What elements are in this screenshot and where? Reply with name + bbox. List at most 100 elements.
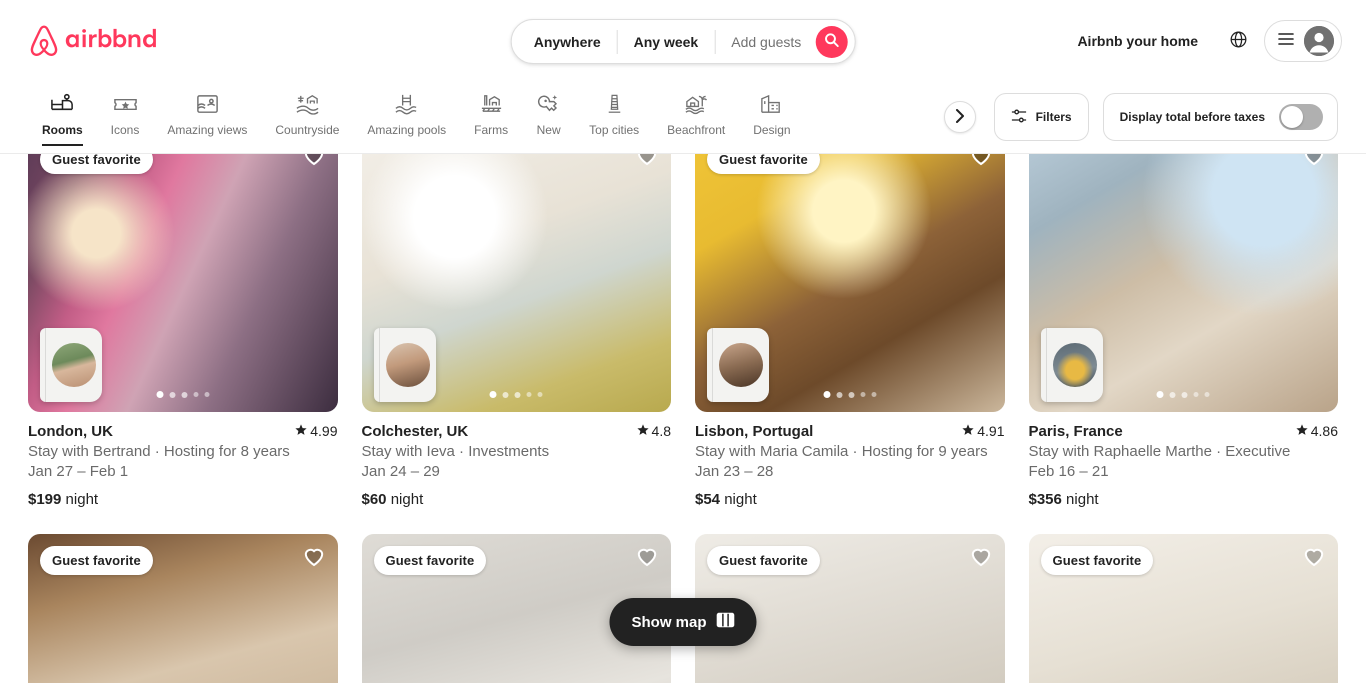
taxes-switch[interactable] [1279, 104, 1323, 130]
carousel-dot[interactable] [156, 391, 164, 398]
carousel-dot[interactable] [1193, 392, 1199, 397]
listing-card[interactable]: Guest favorite [1028, 534, 1338, 683]
search-when[interactable]: Any week [618, 20, 715, 63]
carousel-dot[interactable] [1156, 391, 1164, 398]
listing-host: Stay with Ieva · Investments [361, 443, 550, 460]
design-building-icon [759, 92, 784, 116]
listing-title: Colchester, UK [361, 423, 469, 440]
carousel-dot[interactable] [489, 391, 497, 398]
category-icons[interactable]: Icons [97, 88, 154, 146]
carousel-dot[interactable] [514, 391, 521, 398]
guest-favorite-badge: Guest favorite [40, 154, 153, 174]
globe-icon [1230, 31, 1247, 51]
image-carousel-dots[interactable] [489, 391, 543, 398]
listing-title: Paris, France [1028, 423, 1123, 440]
listing-card[interactable]: Guest favorite [695, 154, 1005, 510]
wishlist-heart-icon[interactable] [1302, 154, 1326, 172]
carousel-dot[interactable] [1181, 391, 1188, 398]
star-icon [636, 423, 649, 439]
carousel-dot[interactable] [526, 392, 532, 397]
user-menu-button[interactable] [1264, 19, 1342, 62]
carousel-dot[interactable] [848, 391, 855, 398]
listing-image[interactable]: Guest favorite [695, 154, 1005, 412]
host-avatar [385, 343, 430, 387]
category-label: Beachfront [667, 123, 726, 137]
listing-card[interactable]: Colchester, UK 4.8 Stay with Ieva · Inve… [361, 154, 671, 510]
carousel-dot[interactable] [836, 391, 843, 398]
carousel-dot[interactable] [860, 392, 866, 397]
category-countryside[interactable]: Countryside [261, 88, 353, 146]
category-amazing-pools[interactable]: Amazing pools [353, 88, 460, 146]
image-carousel-dots[interactable] [823, 391, 877, 398]
listing-card[interactable]: Paris, France 4.86 Stay with Raphaelle M… [1028, 154, 1338, 510]
category-amazing-views[interactable]: Amazing views [153, 88, 261, 146]
show-map-label: Show map [631, 613, 707, 631]
hamburger-icon [1278, 32, 1294, 50]
search-where[interactable]: Anywhere [512, 20, 617, 63]
filters-label: Filters [1035, 110, 1072, 124]
listing-image[interactable]: Guest favorite [28, 154, 338, 412]
carousel-dot[interactable] [204, 392, 210, 397]
listing-image[interactable]: Guest favorite [1028, 534, 1338, 683]
wishlist-heart-icon[interactable] [1302, 544, 1326, 573]
wishlist-heart-icon[interactable] [969, 544, 993, 573]
chevron-right-icon [955, 108, 965, 126]
search-guests[interactable]: Add guests [715, 20, 815, 63]
listing-dates: Jan 27 – Feb 1 [28, 463, 129, 480]
category-label: Design [753, 123, 791, 137]
host-avatar [1052, 343, 1097, 387]
display-total-before-taxes-toggle[interactable]: Display total before taxes [1102, 93, 1338, 141]
listing-rating: 4.8 [636, 423, 671, 439]
listing-card[interactable]: Guest favorite [28, 154, 338, 510]
tower-icon [602, 92, 627, 116]
listing-price-amount: $356 [1028, 491, 1062, 508]
listing-price-unit: night [390, 491, 424, 508]
carousel-dot[interactable] [1169, 391, 1176, 398]
listing-title: Lisbon, Portugal [695, 423, 814, 440]
listing-price-unit: night [65, 491, 99, 508]
language-globe-button[interactable] [1218, 21, 1258, 61]
listing-price-unit: night [1066, 491, 1099, 508]
category-list[interactable]: Rooms Icons Amazing views Countryside Am… [28, 86, 974, 148]
listing-price-amount: $199 [28, 491, 62, 508]
carousel-dot[interactable] [502, 391, 509, 398]
show-map-button[interactable]: Show map [609, 598, 757, 646]
carousel-dot[interactable] [1204, 392, 1210, 397]
airbnb-your-home-link[interactable]: Airbnb your home [1063, 21, 1212, 61]
listing-image[interactable] [361, 154, 671, 412]
category-next-button[interactable] [943, 101, 976, 133]
category-beachfront[interactable]: Beachfront [653, 88, 739, 146]
category-new[interactable]: New [522, 88, 575, 146]
category-rooms[interactable]: Rooms [28, 88, 97, 146]
airbnb-logo[interactable] [28, 24, 183, 58]
search-bar[interactable]: Anywhere Any week Add guests [510, 19, 856, 64]
category-farms[interactable]: Farms [460, 88, 522, 146]
pool-icon [394, 92, 419, 116]
image-carousel-dots[interactable] [156, 391, 210, 398]
category-label: Top cities [589, 123, 640, 137]
listing-rating-value: 4.8 [651, 423, 671, 439]
listing-image[interactable]: Guest favorite [28, 534, 338, 683]
category-label: Countryside [275, 123, 340, 137]
carousel-dot[interactable] [871, 392, 877, 397]
map-icon [716, 612, 735, 632]
image-carousel-dots[interactable] [1156, 391, 1210, 398]
star-icon [1296, 423, 1308, 439]
wishlist-heart-icon[interactable] [302, 154, 326, 172]
carousel-dot[interactable] [823, 391, 831, 398]
listing-image[interactable] [1028, 154, 1338, 412]
wishlist-heart-icon[interactable] [635, 154, 659, 172]
carousel-dot[interactable] [181, 391, 188, 398]
listing-dates: Jan 24 – 29 [361, 463, 440, 480]
search-submit-button[interactable] [815, 25, 848, 58]
carousel-dot[interactable] [169, 391, 176, 398]
wishlist-heart-icon[interactable] [635, 544, 659, 573]
listing-card[interactable]: Guest favorite [28, 534, 338, 683]
filters-button[interactable]: Filters [993, 93, 1089, 141]
category-design[interactable]: Design [739, 88, 804, 146]
wishlist-heart-icon[interactable] [969, 154, 993, 172]
wishlist-heart-icon[interactable] [302, 544, 326, 573]
category-top-cities[interactable]: Top cities [575, 88, 653, 146]
carousel-dot[interactable] [537, 392, 543, 397]
carousel-dot[interactable] [193, 392, 199, 397]
